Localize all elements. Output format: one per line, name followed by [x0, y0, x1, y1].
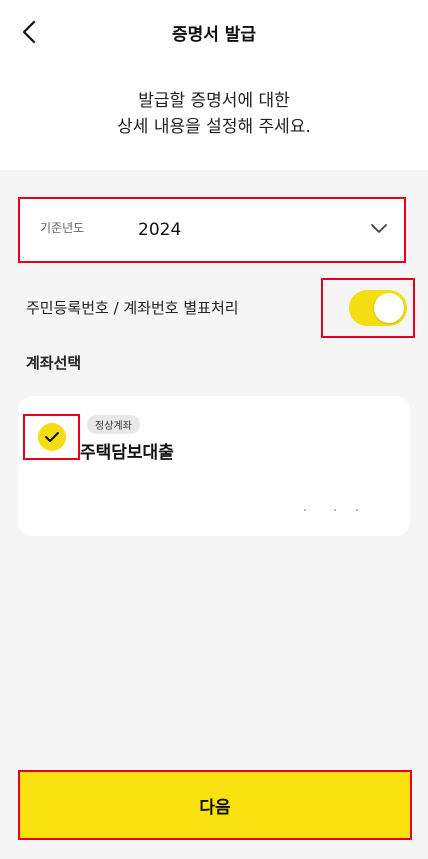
account-card[interactable]: 정상계좌 주택담보대출	[18, 396, 410, 536]
intro-line-1: 발급할 증명서에 대한	[138, 91, 290, 111]
chevron-down-icon	[371, 224, 387, 233]
page-title: 증명서 발급	[171, 25, 257, 45]
checkmark-icon	[45, 432, 59, 442]
intro-line-2: 상세 내용을 설정해 주세요.	[117, 117, 311, 137]
account-detail-dots	[304, 509, 364, 513]
year-select[interactable]: 기준년도 2024	[18, 197, 406, 263]
masking-label: 주민등록번호 / 계좌번호 별표처리	[26, 299, 239, 317]
year-select-label: 기준년도	[40, 221, 85, 235]
account-section-title: 계좌선택	[26, 354, 82, 372]
masking-toggle-highlight	[321, 278, 415, 338]
next-button-label: 다음	[199, 797, 231, 818]
account-status-badge: 정상계좌	[87, 415, 140, 434]
header: 증명서 발급	[0, 0, 428, 64]
account-checkbox[interactable]	[38, 423, 66, 451]
year-select-value: 2024	[138, 220, 182, 240]
next-button[interactable]: 다음	[18, 770, 412, 840]
toggle-knob	[374, 293, 404, 323]
account-name: 주택담보대출	[80, 443, 174, 463]
account-checkbox-highlight	[23, 414, 80, 460]
masking-toggle[interactable]	[349, 290, 407, 326]
intro-text: 발급할 증명서에 대한 상세 내용을 설정해 주세요.	[0, 88, 428, 140]
